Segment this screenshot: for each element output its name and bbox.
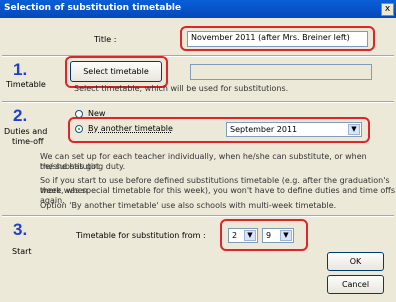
divider-1 <box>2 55 394 57</box>
title-bar[interactable]: Selection of substitution timetable x <box>0 0 396 18</box>
start-date-highlight <box>220 219 308 251</box>
selected-timetable-field <box>190 64 372 80</box>
ok-button[interactable]: OK <box>327 252 384 271</box>
step-1-number: 1. <box>13 60 28 79</box>
select-timetable-hint: Select timetable, which will be used for… <box>74 84 289 93</box>
dialog-window: Selection of substitution timetable x Ti… <box>0 0 396 302</box>
start-side-label: Start <box>12 247 32 256</box>
timetable-from-label: Timetable for substitution from : <box>76 231 206 240</box>
duties-paragraph-3: Option 'By another timetable' use also s… <box>40 201 337 210</box>
title-label: Title : <box>94 35 117 44</box>
step-3-number: 3. <box>13 220 28 239</box>
duties-side-label-2: time-off <box>12 137 44 146</box>
close-icon[interactable]: x <box>381 3 394 16</box>
timetable-side-label: Timetable <box>6 80 46 89</box>
duties-paragraph-1-line-2: the substituting duty. <box>40 162 126 171</box>
duties-highlight <box>68 117 370 143</box>
window-title: Selection of substitution timetable <box>4 3 182 13</box>
title-highlight <box>180 26 375 51</box>
step-2-number: 2. <box>13 106 28 125</box>
duties-side-label-1: Duties and <box>4 127 48 136</box>
divider-3 <box>2 215 394 217</box>
divider-2 <box>2 101 394 103</box>
cancel-button[interactable]: Cancel <box>327 275 384 294</box>
